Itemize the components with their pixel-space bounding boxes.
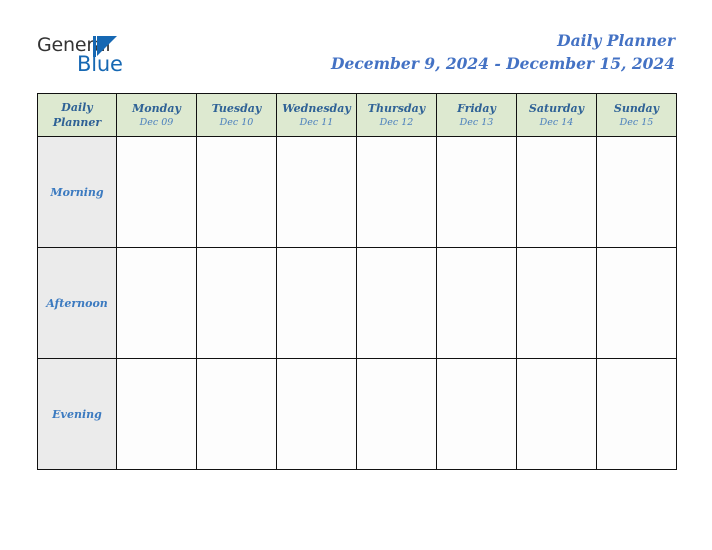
table-row-afternoon: Afternoon: [37, 247, 677, 359]
cell-evening-tuesday[interactable]: [196, 358, 277, 470]
page-header: General Blue Daily Planner December 9, 2…: [0, 0, 712, 93]
corner-label-line2: Planner: [52, 116, 102, 129]
cell-evening-friday[interactable]: [436, 358, 517, 470]
cell-evening-saturday[interactable]: [516, 358, 597, 470]
cell-evening-monday[interactable]: [116, 358, 197, 470]
corner-label-line1: Daily: [61, 101, 93, 114]
cell-morning-wednesday[interactable]: [276, 136, 357, 248]
cell-evening-sunday[interactable]: [596, 358, 677, 470]
day-name-thursday: Thursday: [367, 101, 426, 115]
day-date-friday: Dec 13: [459, 116, 494, 128]
cell-afternoon-saturday[interactable]: [516, 247, 597, 359]
day-date-saturday: Dec 14: [539, 116, 574, 128]
cell-afternoon-tuesday[interactable]: [196, 247, 277, 359]
column-header-sunday: Sunday Dec 15: [596, 93, 677, 137]
cell-afternoon-sunday[interactable]: [596, 247, 677, 359]
day-date-monday: Dec 09: [139, 116, 174, 128]
cell-evening-wednesday[interactable]: [276, 358, 357, 470]
title-block: Daily Planner December 9, 2024 - Decembe…: [331, 30, 675, 76]
day-name-sunday: Sunday: [613, 101, 660, 115]
column-header-saturday: Saturday Dec 14: [516, 93, 597, 137]
cell-afternoon-thursday[interactable]: [356, 247, 437, 359]
day-name-friday: Friday: [457, 101, 496, 115]
cell-morning-saturday[interactable]: [516, 136, 597, 248]
page-title: Daily Planner: [557, 31, 675, 50]
cell-afternoon-friday[interactable]: [436, 247, 517, 359]
cell-morning-sunday[interactable]: [596, 136, 677, 248]
row-label-afternoon: Afternoon: [37, 247, 117, 359]
cell-morning-thursday[interactable]: [356, 136, 437, 248]
column-header-friday: Friday Dec 13: [436, 93, 517, 137]
date-range-subtitle: December 9, 2024 - December 15, 2024: [331, 54, 675, 73]
row-label-evening: Evening: [37, 358, 117, 470]
cell-morning-monday[interactable]: [116, 136, 197, 248]
day-date-sunday: Dec 15: [619, 116, 654, 128]
weekly-planner-table: Daily Planner Monday Dec 09 Tuesday Dec …: [37, 93, 677, 470]
corner-cell-daily-planner: Daily Planner: [37, 93, 117, 137]
row-label-morning: Morning: [37, 136, 117, 248]
row-label-morning-text: Morning: [50, 186, 104, 199]
brand-name-blue: Blue: [77, 52, 123, 76]
cell-evening-thursday[interactable]: [356, 358, 437, 470]
cell-afternoon-wednesday[interactable]: [276, 247, 357, 359]
brand-logo[interactable]: General Blue: [37, 34, 177, 80]
column-header-thursday: Thursday Dec 12: [356, 93, 437, 137]
day-date-thursday: Dec 12: [379, 116, 414, 128]
day-name-wednesday: Wednesday: [282, 101, 351, 115]
day-date-wednesday: Dec 11: [299, 116, 334, 128]
column-header-wednesday: Wednesday Dec 11: [276, 93, 357, 137]
table-row-evening: Evening: [37, 358, 677, 470]
table-row-morning: Morning: [37, 136, 677, 248]
cell-morning-friday[interactable]: [436, 136, 517, 248]
day-date-tuesday: Dec 10: [219, 116, 254, 128]
cell-afternoon-monday[interactable]: [116, 247, 197, 359]
day-name-tuesday: Tuesday: [211, 101, 262, 115]
table-header-row: Daily Planner Monday Dec 09 Tuesday Dec …: [37, 93, 677, 137]
day-name-monday: Monday: [132, 101, 181, 115]
column-header-monday: Monday Dec 09: [116, 93, 197, 137]
column-header-tuesday: Tuesday Dec 10: [196, 93, 277, 137]
cell-morning-tuesday[interactable]: [196, 136, 277, 248]
row-label-evening-text: Evening: [52, 408, 102, 421]
row-label-afternoon-text: Afternoon: [46, 297, 108, 310]
day-name-saturday: Saturday: [528, 101, 585, 115]
